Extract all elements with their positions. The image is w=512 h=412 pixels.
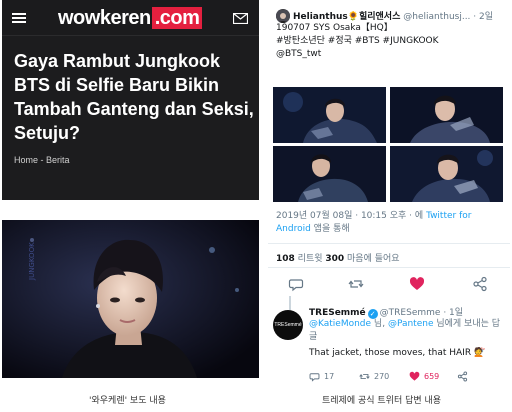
mention-link[interactable]: @KatieMonde bbox=[309, 319, 371, 329]
tweet-source-prefix: 에 bbox=[414, 211, 427, 221]
reply-header: TRESemmé ✓ @TRESemme · 1일 bbox=[309, 305, 463, 319]
news-header-bar: wowkeren .com bbox=[2, 0, 259, 36]
share-icon[interactable] bbox=[472, 276, 488, 292]
tweet-header: Helianthus🌻힐리앤서스 @helianthusj... · 2일 bbox=[293, 9, 493, 22]
reply-icon[interactable] bbox=[288, 276, 304, 292]
media-image-1[interactable] bbox=[273, 87, 386, 143]
article-title[interactable]: Gaya Rambut Jungkook BTS di Selfie Baru … bbox=[14, 49, 254, 145]
reply-text: That jacket, those moves, that HAIR 💇 bbox=[309, 348, 486, 358]
reply-context: @KatieMonde 님, @Pantene 님에게 보내는 답글 bbox=[309, 318, 507, 344]
reply-handle[interactable]: @TRESemme bbox=[380, 308, 441, 318]
like-label[interactable]: 마음에 들어요 bbox=[344, 254, 400, 264]
media-image-3[interactable] bbox=[273, 146, 386, 202]
reply-share-button[interactable] bbox=[457, 371, 468, 382]
mail-icon[interactable] bbox=[233, 13, 248, 24]
reply-reply-button[interactable]: 17 bbox=[309, 371, 334, 382]
tweet-text: 190707 SYS Osaka【HQ】 #방탄소년단 #정국 #BTS #JU… bbox=[276, 22, 506, 61]
tresemme-avatar[interactable]: TRESemmé bbox=[273, 310, 303, 340]
retweet-count[interactable]: 108 bbox=[276, 254, 295, 264]
jungkook-photo: JUNGKOOK bbox=[2, 220, 259, 378]
site-logo[interactable]: wowkeren .com bbox=[58, 6, 203, 29]
news-article-card[interactable]: wowkeren .com Gaya Rambut Jungkook BTS d… bbox=[2, 0, 259, 200]
like-icon[interactable] bbox=[409, 276, 425, 292]
reply-like-button[interactable]: 659 bbox=[409, 371, 439, 382]
reply-retweet-count: 270 bbox=[374, 372, 390, 381]
tweet-line: 190707 SYS Osaka【HQ】 bbox=[276, 23, 393, 33]
mention-link[interactable]: @Pantene bbox=[388, 319, 434, 329]
reply-time: · 1일 bbox=[443, 308, 464, 318]
share-icon bbox=[457, 371, 468, 382]
tweet-meta: 2019년 07월 08일 · 10:15 오후 · 에 Twitter for… bbox=[276, 210, 508, 236]
mention-separator: 님, bbox=[371, 319, 388, 329]
divider bbox=[268, 243, 510, 244]
like-icon bbox=[409, 371, 420, 381]
media-image-2[interactable] bbox=[390, 87, 503, 143]
breadcrumb[interactable]: Home - Berita bbox=[14, 155, 70, 165]
logo-domain: .com bbox=[151, 7, 203, 29]
avatar-text: TRESemmé bbox=[274, 322, 302, 328]
tweet-handle[interactable]: @helianthusj... bbox=[403, 12, 470, 22]
tweet-media-grid[interactable] bbox=[273, 87, 503, 202]
tweet-timestamp[interactable]: 2019년 07월 08일 · 10:15 오후 · bbox=[276, 211, 415, 221]
retweet-icon bbox=[359, 373, 370, 380]
media-image-4[interactable] bbox=[390, 146, 503, 202]
reply-caption: 트레제에 공식 트위터 답변 내용 bbox=[322, 396, 442, 406]
user-avatar[interactable] bbox=[276, 9, 290, 23]
reply-actions: 17 270 659 bbox=[309, 371, 509, 385]
thread-line bbox=[289, 296, 291, 310]
reply-display-name[interactable]: TRESemmé bbox=[309, 308, 366, 318]
tweet-display-name[interactable]: Helianthus🌻힐리앤서스 bbox=[293, 12, 400, 22]
reply-body: @KatieMonde 님, @Pantene 님에게 보내는 답글 That … bbox=[309, 318, 507, 360]
svg-text:JUNGKOOK: JUNGKOOK bbox=[28, 242, 36, 281]
tweet-hashtags[interactable]: #방탄소년단 #정국 #BTS #JUNGKOOK bbox=[276, 35, 506, 48]
like-count[interactable]: 300 bbox=[325, 254, 344, 264]
divider bbox=[268, 267, 510, 268]
reply-like-count: 659 bbox=[424, 372, 440, 381]
tweet-source-suffix: 앱을 통해 bbox=[310, 224, 350, 234]
retweet-icon[interactable] bbox=[348, 276, 364, 292]
retweet-label[interactable]: 리트윗 bbox=[295, 254, 326, 264]
reply-retweet-button[interactable]: 270 bbox=[359, 371, 389, 382]
reply-icon bbox=[309, 373, 320, 382]
tweet-stats: 108 리트윗 300 마음에 들어요 bbox=[276, 251, 400, 264]
tweet-actions bbox=[268, 276, 510, 292]
hamburger-menu-icon[interactable] bbox=[12, 13, 26, 24]
tweet-mention[interactable]: @BTS_twt bbox=[276, 48, 506, 61]
reply-count: 17 bbox=[324, 372, 335, 381]
tweet-time: · 2일 bbox=[473, 12, 494, 22]
photo-caption: '와우케렌' 보도 내용 bbox=[89, 396, 166, 406]
logo-text: wowkeren bbox=[58, 6, 151, 29]
